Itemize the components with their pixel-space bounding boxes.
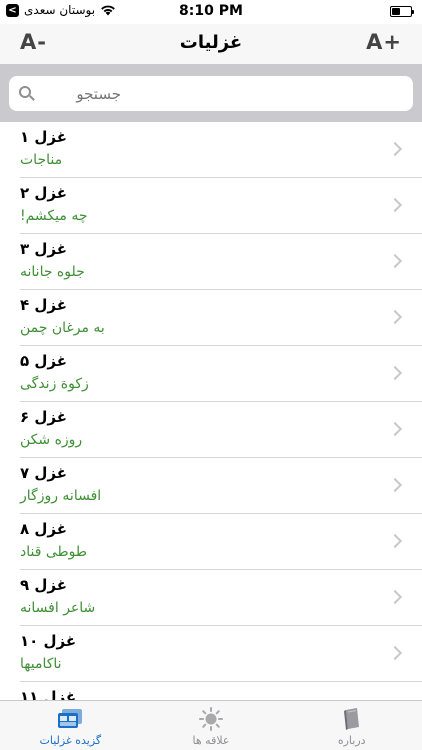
list-item[interactable]: غزل ۲ چه میکشم! [0, 178, 422, 234]
tab-label: درباره [337, 734, 366, 747]
item-subtitle: شاعر افسانه [20, 600, 96, 616]
list-item[interactable]: غزل ۵ زکوة زندگی [0, 346, 422, 402]
nav-bar: A- غزلیات A+ [0, 24, 422, 64]
battery-icon [390, 6, 414, 17]
font-increase-button[interactable]: A+ [366, 30, 402, 54]
chevron-right-icon [387, 365, 403, 381]
item-title: غزل ۹ [20, 576, 67, 594]
tab-about[interactable]: درباره [281, 701, 422, 750]
item-title: غزل ۱۱ [20, 688, 77, 700]
item-subtitle: مناجات [20, 152, 63, 168]
list-item[interactable]: غزل ۱ مناجات [0, 122, 422, 178]
item-title: غزل ۸ [20, 520, 67, 538]
tab-favorites[interactable]: علاقه ها [141, 701, 282, 750]
chevron-right-icon [387, 645, 403, 661]
chevron-right-icon [387, 141, 403, 157]
item-title: غزل ۷ [20, 464, 67, 482]
status-bar: < بوستان سعدی 8:10 PM [0, 0, 422, 24]
item-title: غزل ۱ [20, 128, 67, 146]
item-title: غزل ۵ [20, 352, 67, 370]
list-item[interactable]: غزل ۳ جلوه جانانه [0, 234, 422, 290]
search-icon [19, 85, 35, 102]
list-item[interactable]: غزل ۱۱ [0, 682, 422, 700]
item-title: غزل ۳ [20, 240, 67, 258]
item-subtitle: چه میکشم! [20, 208, 88, 224]
item-subtitle: به مرغان چمن [20, 320, 105, 336]
item-subtitle: ناکامیها [20, 656, 62, 672]
chevron-right-icon [387, 421, 403, 437]
item-subtitle: روزه شکن [20, 432, 83, 448]
search-input[interactable] [41, 84, 121, 103]
tab-selected-ghazals[interactable]: گزیده غزلیات [0, 701, 141, 750]
chevron-right-icon [387, 533, 403, 549]
item-title: غزل ۶ [20, 408, 67, 426]
item-title: غزل ۱۰ [20, 632, 77, 650]
chevron-right-icon [387, 309, 403, 325]
sun-icon [199, 707, 223, 731]
status-time: 8:10 PM [179, 3, 243, 19]
list-item[interactable]: غزل ۷ افسانه روزگار [0, 458, 422, 514]
list-item[interactable]: غزل ۱۰ ناکامیها [0, 626, 422, 682]
ghazal-list: غزل ۱ مناجات غزل ۲ چه میکشم! غزل ۳ جلوه … [0, 122, 422, 700]
list-item[interactable]: غزل ۹ شاعر افسانه [0, 570, 422, 626]
chevron-right-icon [387, 197, 403, 213]
chevron-right-icon [387, 477, 403, 493]
window-grid-icon [58, 709, 83, 728]
chevron-right-icon [387, 253, 403, 269]
tab-label: گزیده غزلیات [39, 734, 102, 747]
item-subtitle: زکوة زندگی [20, 376, 89, 392]
item-subtitle: جلوه جانانه [20, 264, 85, 280]
item-subtitle: افسانه روزگار [20, 488, 102, 504]
tab-label: علاقه ها [192, 734, 230, 747]
item-title: غزل ۴ [20, 296, 67, 314]
book-icon [343, 708, 359, 730]
page-title: غزلیات [179, 32, 243, 53]
list-item[interactable]: غزل ۶ روزه شکن [0, 402, 422, 458]
list-item[interactable]: غزل ۴ به مرغان چمن [0, 290, 422, 346]
search-bar [0, 64, 422, 122]
tab-bar: گزیده غزلیات علاقه ها درباره [0, 700, 422, 750]
search-field[interactable] [9, 76, 413, 111]
chevron-right-icon [387, 589, 403, 605]
list-item[interactable]: غزل ۸ طوطی قناد [0, 514, 422, 570]
item-subtitle: طوطی قناد [20, 544, 88, 560]
item-title: غزل ۲ [20, 184, 67, 202]
